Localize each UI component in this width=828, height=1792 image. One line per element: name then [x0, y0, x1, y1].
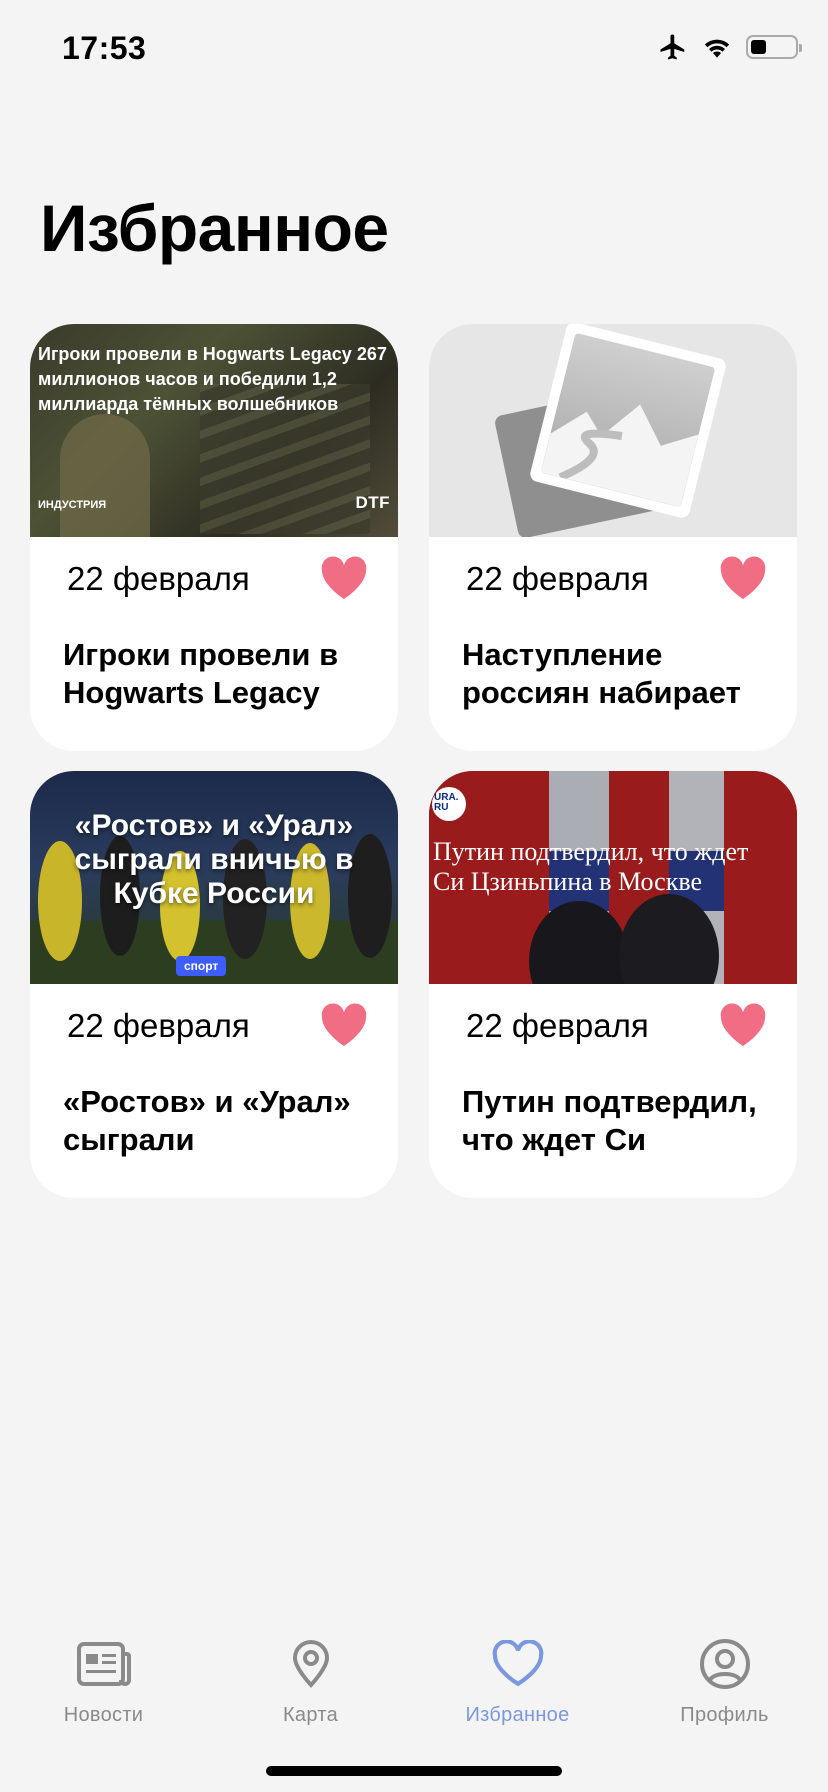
card-date: 22 февраля [466, 1007, 649, 1044]
tab-label: Карта [282, 1704, 338, 1726]
card-image: «Ростов» и «Урал» сыграли вничью в Кубке… [30, 771, 398, 984]
card-image: Игроки провели в Hogwarts Legacy 267 мил… [30, 324, 398, 537]
image-tag: ИНДУСТРИЯ [38, 499, 107, 511]
favorites-grid: Игроки провели в Hogwarts Legacy 267 мил… [30, 324, 798, 1198]
heart-icon[interactable] [719, 556, 767, 600]
heart-icon[interactable] [719, 1003, 767, 1047]
news-card[interactable]: URA. RU Путин подтвердил, что ждет Си Цз… [429, 771, 797, 1198]
map-pin-icon [283, 1636, 339, 1692]
card-title: «Ростов» и «Урал» сыграли [63, 1084, 351, 1157]
status-icons [658, 32, 802, 62]
image-overlay-text: Игроки провели в Hogwarts Legacy 267 мил… [38, 344, 387, 414]
newspaper-icon [76, 1636, 132, 1692]
card-title: Путин подтвердил, что ждет Си [462, 1084, 757, 1157]
tab-label: Новости [63, 1704, 144, 1726]
status-time: 17:53 [62, 30, 147, 66]
heart-icon [490, 1636, 546, 1692]
status-bar: 17:53 [0, 0, 828, 100]
card-image: URA. RU Путин подтвердил, что ждет Си Цз… [429, 771, 797, 984]
news-card[interactable]: Игроки провели в Hogwarts Legacy 267 мил… [30, 324, 398, 751]
card-title: Игроки провели в Hogwarts Legacy [63, 637, 339, 710]
ura-logo: URA. RU [432, 787, 466, 821]
heart-icon[interactable] [320, 556, 368, 600]
image-badge: спорт [176, 956, 227, 976]
card-image [429, 324, 797, 537]
tab-label: Избранное [465, 1704, 570, 1726]
image-overlay-text: Путин подтвердил, что ждет Си Цзиньпина … [433, 837, 749, 896]
news-card[interactable]: 22 февраля Наступление россиян набирает [429, 324, 797, 751]
card-date: 22 февраля [466, 560, 649, 597]
card-date: 22 февраля [67, 560, 250, 597]
page-title: Избранное [40, 191, 389, 265]
image-brand: DTF [355, 493, 390, 512]
tab-bar: Новости Карта Избранное Профиль [0, 1620, 828, 1740]
card-date: 22 февраля [67, 1007, 250, 1044]
wifi-icon [704, 39, 730, 58]
profile-icon [697, 1636, 753, 1692]
tab-favorites[interactable]: Избранное [414, 1620, 621, 1740]
heart-icon[interactable] [320, 1003, 368, 1047]
battery-icon [746, 35, 802, 59]
tab-label: Профиль [680, 1704, 769, 1726]
image-overlay-text: «Ростов» и «Урал» сыграли вничью в Кубке… [74, 809, 354, 910]
tab-map[interactable]: Карта [207, 1620, 414, 1740]
news-card[interactable]: «Ростов» и «Урал» сыграли вничью в Кубке… [30, 771, 398, 1198]
tab-profile[interactable]: Профиль [621, 1620, 828, 1740]
tab-news[interactable]: Новости [0, 1620, 207, 1740]
home-indicator[interactable] [266, 1766, 562, 1776]
airplane-icon [660, 34, 685, 60]
card-title: Наступление россиян набирает [462, 637, 741, 710]
